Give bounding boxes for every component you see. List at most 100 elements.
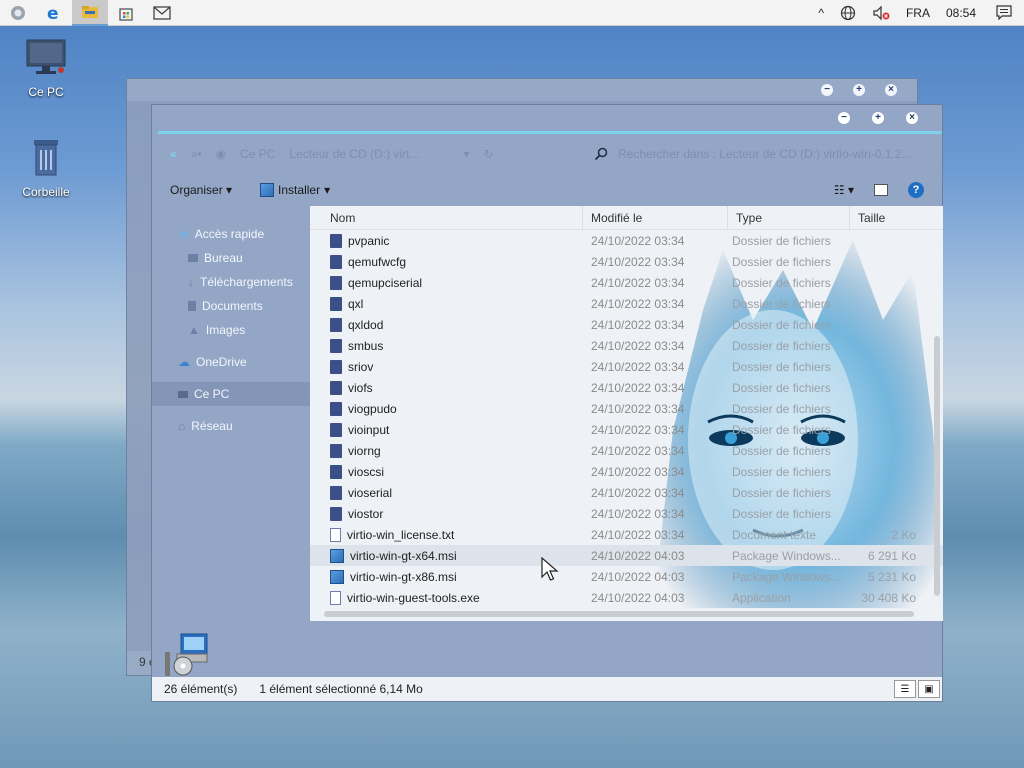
installer-icon — [330, 569, 344, 584]
file-row[interactable]: vioinput 24/10/2022 03:34 Dossier de fichi… — [310, 419, 943, 440]
desktop-icon-ce-pc[interactable]: Ce PC — [11, 38, 81, 99]
minimize-button[interactable]: − — [838, 112, 850, 124]
search-icon — [594, 147, 608, 161]
column-header-modified[interactable]: Modifié le — [583, 205, 728, 230]
mail-taskbar-button[interactable] — [144, 0, 180, 26]
recycle-bin-icon — [34, 140, 58, 176]
file-name: sriov — [348, 359, 374, 374]
file-name: smbus — [348, 338, 384, 353]
nav-item-onedrive[interactable]: ☁ OneDrive — [152, 350, 310, 374]
file-name: viostor — [348, 506, 384, 521]
file-row[interactable]: smbus 24/10/2022 03:34 Dossier de fichiers — [310, 335, 943, 356]
horizontal-scrollbar[interactable] — [324, 611, 914, 617]
close-button[interactable]: × — [906, 112, 918, 124]
close-button[interactable]: × — [885, 84, 897, 96]
store-icon — [119, 7, 133, 21]
file-row[interactable]: viorng 24/10/2022 03:34 Dossier de fichier… — [310, 440, 943, 461]
large-icons-view-button[interactable]: ▣ — [918, 680, 940, 698]
file-row[interactable]: virtio-win_license.txt 24/10/2022 03:34 Do… — [310, 524, 943, 545]
file-name-cell: sriov — [310, 359, 583, 374]
action-center-button[interactable] — [984, 0, 1024, 26]
image-icon: ▲ — [188, 323, 200, 337]
file-row[interactable]: vioserial 24/10/2022 03:34 Dossier de fich… — [310, 482, 943, 503]
forward-button[interactable]: »• — [191, 147, 202, 161]
column-header-name[interactable]: Nom — [310, 205, 583, 230]
nav-label: Téléchargements — [200, 275, 293, 289]
column-header-size[interactable]: Taille — [850, 206, 930, 230]
install-label: Installer — [278, 183, 321, 197]
explorer-window[interactable]: − + × « »• ◉ Ce PC Lecteur de CD (D:) vi… — [151, 104, 943, 702]
search-box[interactable]: Rechercher dans : Lecteur de CD (D:) vir… — [594, 147, 924, 161]
file-row[interactable]: qemufwcfg 24/10/2022 03:34 Dossier de fich… — [310, 251, 943, 272]
nav-item-bureau[interactable]: Bureau — [152, 246, 310, 270]
volume-tray-button[interactable] — [864, 0, 898, 26]
file-list: Nom Modifié le Type Taille pvpanic 24/10… — [310, 205, 943, 621]
file-name: viofs — [348, 380, 373, 395]
clock[interactable]: 08:54 — [938, 0, 984, 26]
file-type: Dossier de fichiers — [732, 422, 831, 437]
desktop-icon-label: Corbeille — [22, 185, 70, 199]
install-button[interactable]: Installer ▾ — [260, 183, 330, 197]
file-row[interactable]: qxldod 24/10/2022 03:34 Dossier de fichier… — [310, 314, 943, 335]
file-date: 24/10/2022 03:34 — [591, 506, 685, 521]
download-icon: ↓ — [188, 275, 194, 289]
nav-item-images[interactable]: ▲ Images — [152, 318, 310, 342]
file-name-cell: qemufwcfg — [310, 254, 583, 269]
file-row[interactable]: viogpudo 24/10/2022 03:34 Dossier de fichi… — [310, 398, 943, 419]
file-type: Dossier de fichiers — [732, 338, 831, 353]
file-row[interactable]: pvpanic 24/10/2022 03:34 Dossier de fichie… — [310, 230, 943, 251]
installer-icon — [260, 183, 275, 197]
folder-icon — [330, 254, 342, 269]
nav-item-reseau[interactable]: ⌂ Réseau — [152, 414, 310, 438]
refresh-button[interactable]: ↻ — [483, 147, 493, 161]
minimize-button[interactable]: − — [821, 84, 833, 96]
file-name: virtio-win-gt-x64.msi — [350, 548, 457, 563]
file-name-cell: smbus — [310, 338, 583, 353]
organize-button[interactable]: Organiser ▾ — [170, 183, 232, 197]
folder-icon — [330, 443, 342, 458]
file-name: viorng — [348, 443, 381, 458]
desktop-icon-corbeille[interactable]: Corbeille — [11, 136, 81, 199]
breadcrumb-ce-pc[interactable]: Ce PC — [240, 147, 275, 161]
language-indicator[interactable]: FRA — [898, 0, 938, 26]
up-button[interactable]: ◉ — [216, 147, 226, 161]
address-dropdown-button[interactable]: ▾ — [463, 147, 469, 161]
file-name-cell: qxl — [310, 296, 583, 311]
folder-icon — [330, 233, 342, 248]
file-name: pvpanic — [348, 233, 390, 248]
file-row[interactable]: sriov 24/10/2022 03:34 Dossier de fichiers — [310, 356, 943, 377]
file-icon — [330, 590, 341, 605]
file-name-cell: vioserial — [310, 485, 583, 500]
view-options-button[interactable]: ☷ ▾ — [834, 183, 854, 197]
breadcrumb-drive[interactable]: Lecteur de CD (D:) virt... — [289, 147, 419, 161]
column-header-type[interactable]: Type — [728, 205, 850, 230]
edge-taskbar-button[interactable]: e — [36, 0, 72, 26]
nav-item-quick-access[interactable]: ★ Accès rapide — [152, 222, 310, 246]
file-row[interactable]: qemupciserial 24/10/2022 03:34 Dossier de … — [310, 272, 943, 293]
store-taskbar-button[interactable] — [108, 0, 144, 26]
file-row[interactable]: viostor 24/10/2022 03:34 Dossier de fichie… — [310, 503, 943, 524]
folder-icon — [330, 296, 342, 311]
vertical-scrollbar[interactable] — [934, 336, 940, 596]
explorer-taskbar-button[interactable] — [72, 0, 108, 26]
start-button[interactable] — [0, 0, 36, 26]
nav-item-telechargements[interactable]: ↓ Téléchargements — [152, 270, 310, 294]
nav-item-documents[interactable]: Documents — [152, 294, 310, 318]
file-row[interactable]: vioscsi 24/10/2022 03:34 Dossier de fichie… — [310, 461, 943, 482]
network-tray-button[interactable] — [832, 0, 864, 26]
tray-overflow-button[interactable]: ^ — [810, 0, 832, 26]
maximize-button[interactable]: + — [853, 84, 865, 96]
file-row[interactable]: virtio-win-guest-tools.exe 24/10/2022 04:… — [310, 587, 943, 608]
organize-label: Organiser — [170, 183, 223, 197]
nav-item-ce-pc[interactable]: Ce PC — [152, 382, 310, 406]
file-row[interactable]: virtio-win-gt-x64.msi 24/10/2022 04:03 Pac… — [310, 545, 943, 566]
back-button[interactable]: « — [170, 147, 177, 161]
help-button[interactable]: ? — [908, 182, 924, 198]
file-row[interactable]: viofs 24/10/2022 03:34 Dossier de fichiers — [310, 377, 943, 398]
preview-pane-button[interactable] — [874, 184, 888, 196]
file-row[interactable]: qxl 24/10/2022 03:34 Dossier de fichiers — [310, 293, 943, 314]
details-view-button[interactable]: ☰ — [894, 680, 916, 698]
file-name: virtio-win_license.txt — [347, 527, 455, 542]
maximize-button[interactable]: + — [872, 112, 884, 124]
file-row[interactable]: virtio-win-gt-x86.msi 24/10/2022 04:03 Pac… — [310, 566, 943, 587]
